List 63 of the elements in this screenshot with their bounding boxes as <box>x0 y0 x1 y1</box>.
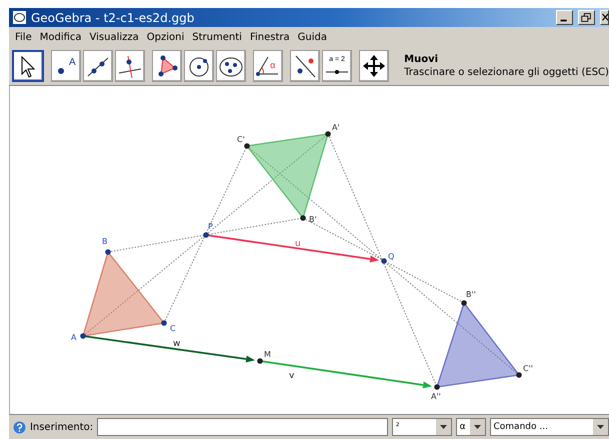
point-label: A <box>69 57 76 68</box>
tool-name: Muovi <box>404 54 440 65</box>
minimize-icon[interactable] <box>556 10 573 25</box>
point[interactable] <box>203 232 209 238</box>
menu-item[interactable]: Visualizza <box>86 32 143 42</box>
point-label: C <box>170 324 176 333</box>
point-label: A'' <box>431 392 441 401</box>
tool-button[interactable] <box>359 50 390 82</box>
point-label: A' <box>332 123 340 132</box>
window-title: GeoGebra - t2-c1-es2d.ggb <box>31 10 196 24</box>
menu-item[interactable]: Strumenti <box>188 32 246 42</box>
point[interactable] <box>381 258 387 264</box>
menu-item[interactable]: Opzioni <box>142 32 188 42</box>
point[interactable] <box>257 358 263 364</box>
point-label: B' <box>309 215 317 224</box>
point[interactable] <box>461 300 467 306</box>
caret-icon <box>470 419 484 435</box>
tool-button[interactable] <box>152 50 182 82</box>
point-label: B'' <box>466 290 476 299</box>
input-label: Inserimento: <box>30 422 94 432</box>
menu-item[interactable]: Finestra <box>246 32 294 42</box>
menu-item[interactable]: Modifica <box>36 32 86 42</box>
symbol-dropdown[interactable]: ² <box>392 418 452 436</box>
menu-item[interactable]: Guida <box>294 32 331 42</box>
point[interactable] <box>300 215 306 221</box>
point[interactable] <box>516 372 522 378</box>
help-icon[interactable] <box>13 420 26 434</box>
point[interactable] <box>80 333 86 339</box>
point-label: M <box>264 350 271 359</box>
slider-tool-icon <box>326 69 348 75</box>
point[interactable] <box>434 384 440 390</box>
point-label: C'' <box>523 364 533 373</box>
point-label: P <box>208 222 213 231</box>
point-label: A <box>71 333 76 342</box>
tool-button[interactable] <box>290 50 320 82</box>
tool-button[interactable] <box>83 50 114 82</box>
tool-button[interactable] <box>115 50 146 82</box>
point[interactable] <box>161 320 167 326</box>
menu-item[interactable]: File <box>11 32 36 42</box>
point[interactable] <box>105 249 111 255</box>
point[interactable] <box>325 131 331 137</box>
greek-dropdown[interactable]: α <box>456 418 486 436</box>
caret-icon <box>436 419 451 435</box>
tool-button[interactable] <box>184 50 214 82</box>
input-field[interactable] <box>97 418 388 436</box>
point-label: B <box>102 237 108 246</box>
tool-button[interactable]: α <box>253 50 284 82</box>
app-icon <box>13 11 26 24</box>
tool-button[interactable]: A <box>51 50 82 82</box>
angle-label: α <box>270 60 276 70</box>
point[interactable] <box>244 143 250 149</box>
tool-hint: Trascinare o selezionare gli oggetti (ESC) <box>404 67 609 78</box>
vector-label: u <box>295 239 301 249</box>
command-dropdown[interactable]: Comando ... <box>490 418 609 436</box>
point-tool-icon <box>58 68 64 74</box>
point-label: Q <box>388 252 394 261</box>
vector-label: w <box>173 339 180 349</box>
tool-button[interactable] <box>12 50 44 82</box>
vector-label: v <box>289 371 294 381</box>
point-label: C' <box>237 135 245 144</box>
restore-icon[interactable] <box>578 10 595 25</box>
close-icon[interactable] <box>600 10 609 25</box>
tool-button[interactable] <box>216 50 246 82</box>
